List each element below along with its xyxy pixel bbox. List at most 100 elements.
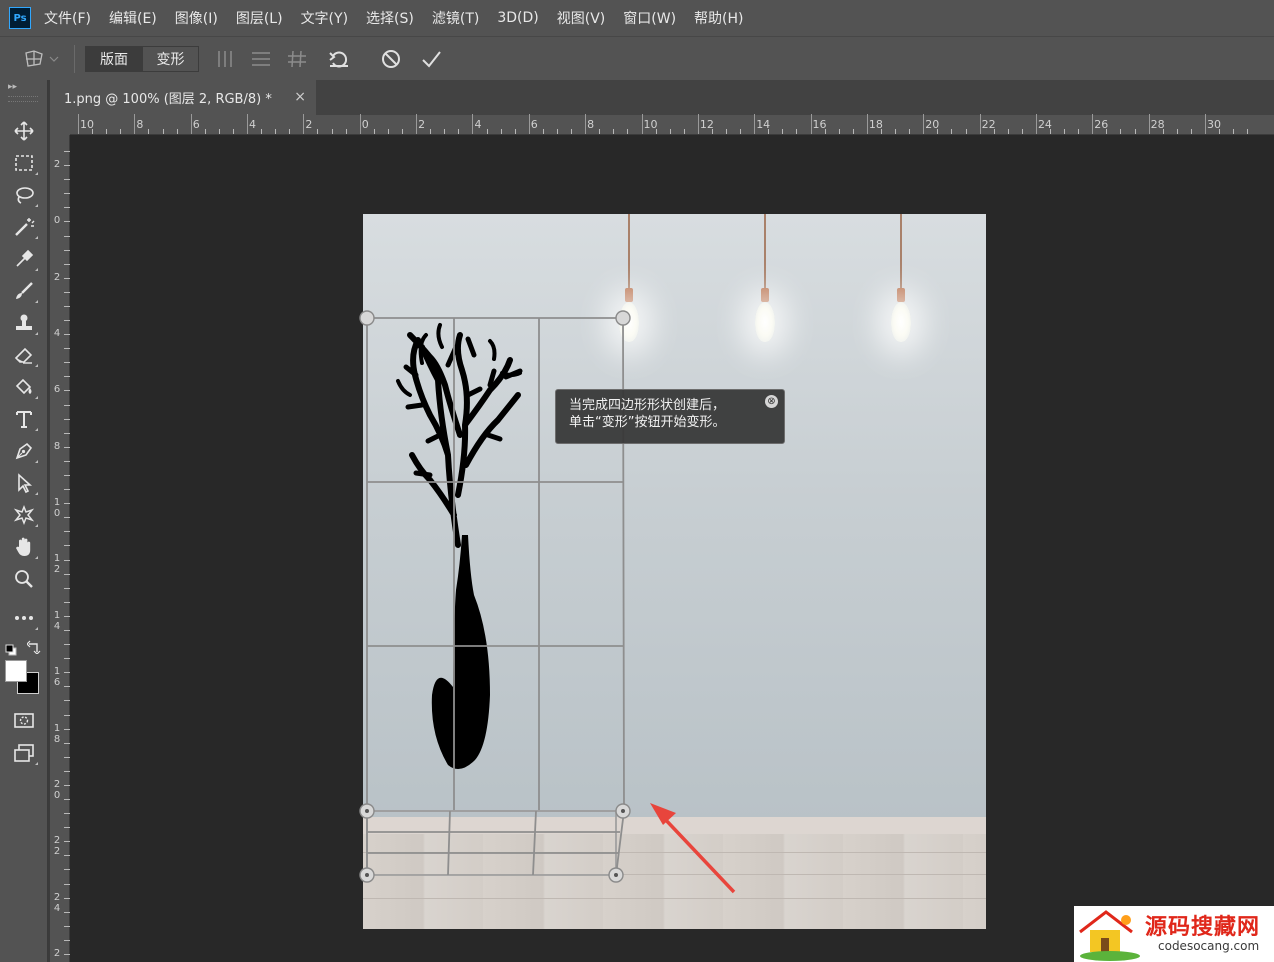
more-tools-icon[interactable] (9, 604, 39, 632)
ruler-minor-tick (444, 129, 446, 134)
ruler-major-tick (190, 114, 192, 134)
menu-file[interactable]: 文件(F) (44, 8, 91, 28)
ruler-minor-tick (613, 129, 615, 134)
vertical-lines-icon[interactable] (211, 45, 239, 73)
menu-layer[interactable]: 图层(L) (236, 8, 283, 28)
ruler-label: 4 (249, 118, 257, 131)
ruler-minor-tick (162, 129, 164, 134)
menu-edit[interactable]: 编辑(E) (109, 8, 157, 28)
ruler-minor-tick (599, 129, 601, 134)
ruler-minor-tick (402, 129, 403, 134)
ruler-label: 1 4 (53, 609, 61, 632)
menu-type[interactable]: 文字(Y) (301, 8, 348, 28)
vase-silhouette (396, 323, 523, 769)
ruler-label: 8 (587, 118, 595, 131)
menu-3d[interactable]: 3D(D) (497, 10, 538, 26)
zoom-icon[interactable] (9, 565, 39, 593)
ruler-major-tick (1035, 114, 1037, 134)
handle-center-dot (365, 809, 369, 813)
custom-shape-icon[interactable] (9, 501, 39, 529)
ruler-major-tick (134, 114, 136, 134)
ruler-label: 6 (192, 118, 200, 131)
horizontal-lines-icon[interactable] (247, 45, 275, 73)
screen-mode-icon[interactable] (9, 739, 39, 767)
marquee-icon[interactable] (9, 149, 39, 177)
lasso-icon[interactable] (9, 181, 39, 209)
paint-bucket-icon[interactable] (9, 373, 39, 401)
ruler-minor-tick (852, 129, 854, 134)
tool-flyout-indicator (35, 268, 38, 271)
swap-colors-icon[interactable] (26, 639, 41, 655)
magic-wand-icon[interactable] (9, 213, 39, 241)
hand-icon[interactable] (9, 533, 39, 561)
layout-mode-button[interactable]: 版面 (86, 46, 142, 71)
options-separator (74, 44, 75, 73)
ruler-minor-tick (726, 129, 728, 134)
ruler-origin[interactable] (50, 115, 70, 135)
tool-flyout-indicator (35, 556, 38, 559)
menu-view[interactable]: 视图(V) (557, 8, 606, 28)
brush-icon[interactable] (9, 277, 39, 305)
ruler-minor-tick (1050, 129, 1052, 134)
path-selection-icon[interactable] (9, 469, 39, 497)
tool-flyout-indicator (35, 172, 38, 175)
ruler-minor-tick (824, 129, 826, 134)
move-icon[interactable] (9, 117, 39, 145)
close-tab-icon[interactable]: × (294, 89, 306, 105)
ruler-minor-tick (387, 129, 389, 134)
ruler-label: 4 (53, 328, 61, 340)
ruler-minor-tick (1176, 129, 1178, 134)
foreground-color-swatch[interactable] (5, 660, 27, 682)
default-colors-icon[interactable] (5, 641, 17, 656)
eraser-icon[interactable] (9, 341, 39, 369)
menu-select[interactable]: 选择(S) (366, 8, 414, 28)
photoshop-logo-icon[interactable]: Ps (9, 7, 31, 29)
menu-image[interactable]: 图像(I) (175, 8, 218, 28)
collapse-panel-icon[interactable]: ▸▸ (8, 82, 17, 92)
pen-icon[interactable] (9, 437, 39, 465)
commit-check-icon[interactable] (417, 45, 445, 73)
horizontal-ruler[interactable]: 10 8 6 4 2 0 2 4 6 8 10 12 14 16 18 20 22 24 26 28 30 (70, 114, 1274, 135)
menu-filter[interactable]: 滤镜(T) (432, 8, 479, 28)
ruler-minor-tick (275, 129, 277, 134)
grid-icon[interactable] (283, 45, 311, 73)
ruler-label: 4 (474, 118, 482, 131)
ruler-minor-tick (486, 129, 488, 134)
ruler-minor-tick (782, 129, 784, 134)
undo-rotate-icon[interactable] (325, 45, 353, 73)
ruler-label: 8 (136, 118, 144, 131)
quick-mask-icon[interactable] (9, 706, 39, 734)
ruler-major-tick (866, 114, 868, 134)
ruler-major-tick (810, 114, 812, 134)
ruler-minor-tick (1021, 129, 1023, 134)
type-icon[interactable] (9, 405, 39, 433)
eyedropper-icon[interactable] (9, 245, 39, 273)
perspective-warp-tool-preset-icon[interactable] (22, 44, 68, 74)
watermark-title: 源码搜藏网 (1145, 915, 1261, 940)
ruler-major-tick (979, 114, 981, 134)
tooltip-close-icon[interactable]: ⊗ (765, 395, 778, 408)
house-logo-icon (1079, 910, 1140, 961)
tool-flyout-indicator (35, 236, 38, 239)
ruler-minor-tick (711, 129, 713, 134)
ruler-minor-tick (1134, 129, 1136, 134)
vertical-ruler[interactable]: 2 0 2 4 6 8 1 0 1 2 1 4 1 6 1 8 2 0 2 2 2 4 2 (50, 135, 70, 962)
ruler-minor-tick (500, 129, 502, 134)
menu-help[interactable]: 帮助(H) (694, 8, 743, 28)
ruler-minor-tick (1233, 129, 1235, 134)
stamp-icon[interactable] (9, 309, 39, 337)
tool-flyout-indicator (35, 204, 38, 207)
canvas-area[interactable]: 当完成四边形形状创建后， 单击“变形”按钮开始变形。 ⊗ (70, 135, 1274, 962)
handle-center-dot (365, 873, 369, 877)
toolbox-grip[interactable] (8, 96, 38, 102)
menu-window[interactable]: 窗口(W) (623, 8, 676, 28)
document-tab-bar: 1.png @ 100% (图层 2, RGB/8) * × (50, 80, 1274, 115)
ruler-minor-tick (345, 129, 347, 134)
perspective-warp-overlay (359, 310, 736, 894)
warp-mode-button[interactable]: 变形 (142, 46, 198, 71)
color-swatches (5, 660, 41, 696)
document-tab[interactable]: 1.png @ 100% (图层 2, RGB/8) * × (50, 80, 316, 115)
ruler-minor-tick (1120, 129, 1122, 134)
ruler-label: 2 (305, 118, 313, 131)
cancel-icon[interactable] (377, 45, 405, 73)
